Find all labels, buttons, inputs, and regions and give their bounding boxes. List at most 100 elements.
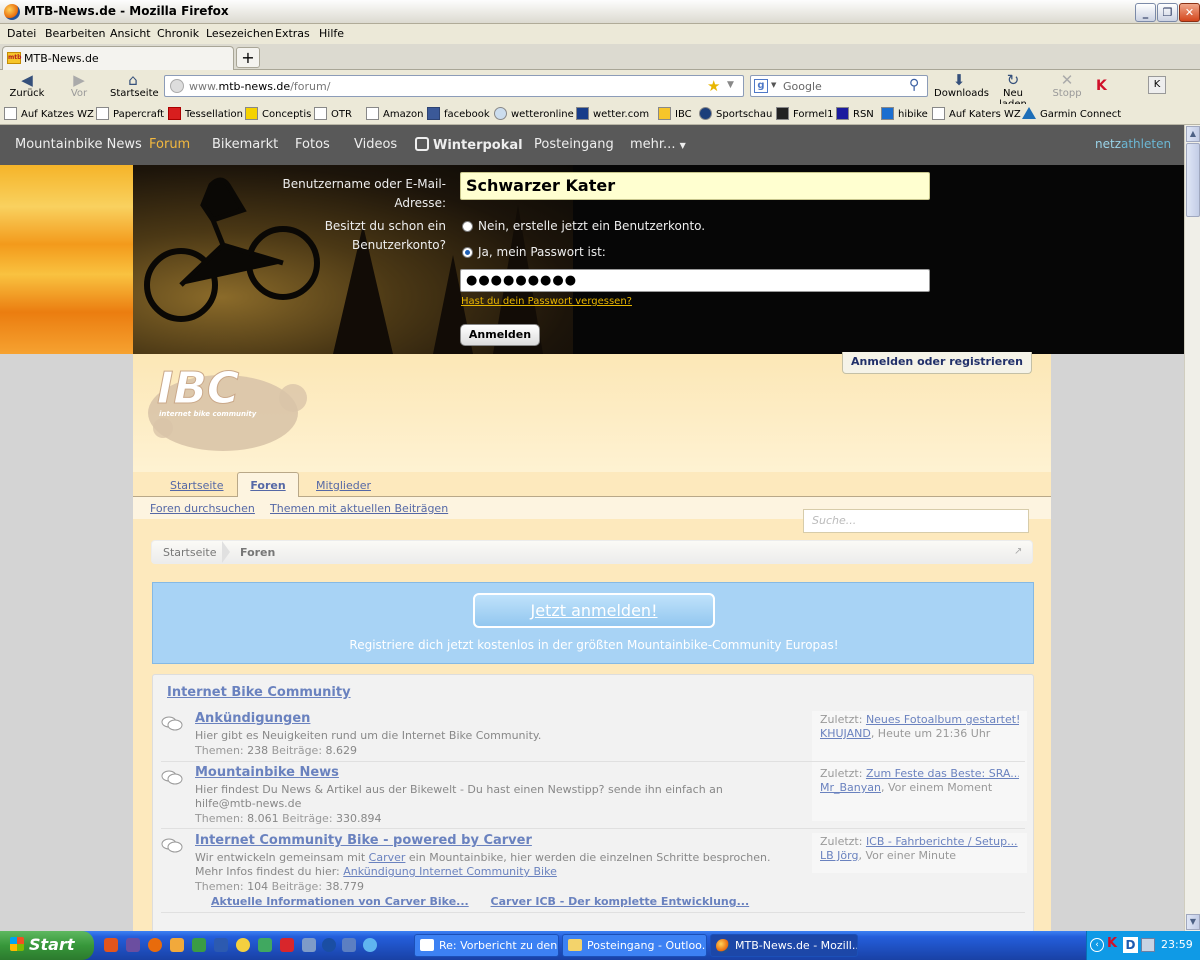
- window-titlebar[interactable]: MTB-News.de - Mozilla Firefox _ ❐ ✕: [0, 0, 1200, 24]
- bookmark-item[interactable]: wetter.com: [576, 107, 649, 120]
- search-engine-dropdown-icon[interactable]: ▼: [771, 81, 776, 89]
- nav-forum[interactable]: Forum: [149, 137, 190, 152]
- forum-node-title[interactable]: Ankündigungen: [195, 711, 310, 726]
- menu-lesezeichen[interactable]: Lesezeichen: [206, 27, 274, 40]
- menu-bearbeiten[interactable]: Bearbeiten: [45, 27, 105, 40]
- breadcrumb-startseite[interactable]: Startseite: [163, 546, 217, 559]
- forum-node-title[interactable]: Mountainbike News: [195, 765, 339, 780]
- quicklaunch-keyboard-icon[interactable]: [342, 938, 356, 952]
- tray-d-icon[interactable]: D: [1123, 937, 1138, 953]
- home-button[interactable]: ⌂ Startseite: [110, 72, 159, 99]
- last-post-title[interactable]: Neues Fotoalbum gestartet!: [866, 713, 1019, 726]
- bookmark-item[interactable]: IBC: [658, 107, 692, 120]
- carver-link[interactable]: Carver: [369, 851, 406, 864]
- menu-ansicht[interactable]: Ansicht: [110, 27, 151, 40]
- url-dropdown-icon[interactable]: ▼: [727, 80, 734, 90]
- subtab-foren-durchsuchen[interactable]: Foren durchsuchen: [150, 502, 255, 515]
- category-title[interactable]: Internet Bike Community: [167, 685, 351, 700]
- page-scrollbar[interactable]: ▲ ▼: [1184, 125, 1200, 931]
- search-bar[interactable]: g ▼ Google ⚲: [750, 75, 928, 97]
- menu-hilfe[interactable]: Hilfe: [319, 27, 344, 40]
- bookmark-item[interactable]: hibike: [881, 107, 928, 120]
- maximize-button[interactable]: ❐: [1157, 3, 1178, 22]
- bookmark-item[interactable]: Sportschau: [699, 107, 772, 120]
- bookmark-item[interactable]: Garmin Connect: [1022, 107, 1121, 120]
- tray-k-icon[interactable]: K: [1107, 936, 1117, 951]
- page-viewport[interactable]: Mountainbike News Forum Bikemarkt Fotos …: [0, 125, 1184, 931]
- register-now-button[interactable]: Jetzt anmelden!: [473, 593, 715, 628]
- quicklaunch-ie-icon[interactable]: [363, 938, 377, 952]
- taskbar-task[interactable]: Posteingang - Outloo...: [562, 934, 707, 957]
- subforum-link[interactable]: Aktuelle Informationen von Carver Bike..…: [211, 895, 469, 908]
- ibc-logo[interactable]: IBC internet bike community: [143, 358, 323, 458]
- scroll-down-button[interactable]: ▼: [1186, 914, 1200, 930]
- breadcrumb-foren[interactable]: Foren: [240, 546, 275, 559]
- radio-no-account[interactable]: [462, 221, 473, 232]
- nav-videos[interactable]: Videos: [354, 137, 397, 152]
- password-input[interactable]: ●●●●●●●●●: [460, 269, 930, 292]
- bookmark-item[interactable]: OTR: [314, 107, 352, 120]
- addon-box-icon[interactable]: K: [1148, 76, 1166, 94]
- scroll-up-button[interactable]: ▲: [1186, 126, 1200, 142]
- bookmark-item[interactable]: Auf Katzes WZ: [4, 107, 94, 120]
- quicklaunch-office-icon[interactable]: [104, 938, 118, 952]
- forgot-password-link[interactable]: Hast du dein Passwort vergessen?: [461, 296, 632, 307]
- tray-network-icon[interactable]: [1141, 938, 1155, 952]
- new-tab-button[interactable]: +: [236, 47, 260, 68]
- quicklaunch-folder-icon[interactable]: [170, 938, 184, 952]
- google-icon[interactable]: g: [754, 79, 768, 93]
- bookmark-item[interactable]: Amazon: [366, 107, 423, 120]
- nav-bikemarkt[interactable]: Bikemarkt: [212, 137, 278, 152]
- last-post-user[interactable]: LB Jörg: [820, 849, 858, 862]
- netzathleten-logo[interactable]: netzathleten: [1095, 137, 1171, 151]
- tray-clock[interactable]: 23:59: [1161, 938, 1193, 951]
- quicklaunch-mail-icon[interactable]: [126, 938, 140, 952]
- menu-extras[interactable]: Extras: [275, 27, 310, 40]
- bookmark-star-icon[interactable]: ★: [707, 77, 720, 95]
- browser-tab[interactable]: mtb MTB-News.de: [2, 46, 234, 70]
- url-bar[interactable]: www.mtb-news.de/forum/ ★ ▼: [164, 75, 744, 97]
- forward-button[interactable]: ▶ Vor: [56, 72, 102, 99]
- addon-k-icon[interactable]: K: [1096, 78, 1107, 94]
- bookmark-item[interactable]: Auf Katers WZ: [932, 107, 1021, 120]
- quicklaunch-firefox-icon[interactable]: [148, 938, 162, 952]
- subtab-aktuelle-themen[interactable]: Themen mit aktuellen Beiträgen: [270, 502, 448, 515]
- icb-announcement-link[interactable]: Ankündigung Internet Community Bike: [343, 865, 557, 878]
- tab-startseite[interactable]: Startseite: [170, 479, 224, 492]
- last-post-user[interactable]: KHUJAND: [820, 727, 871, 740]
- bookmark-item[interactable]: Formel1: [776, 107, 833, 120]
- tray-expand-icon[interactable]: ‹: [1090, 938, 1104, 952]
- menu-chronik[interactable]: Chronik: [157, 27, 199, 40]
- nav-mountainbike-news[interactable]: Mountainbike News: [15, 137, 142, 152]
- quicklaunch-word-icon[interactable]: [214, 938, 228, 952]
- bookmark-item[interactable]: Papercraft: [96, 107, 164, 120]
- back-button[interactable]: ◀ Zurück: [4, 72, 50, 99]
- last-post-title[interactable]: Zum Feste das Beste: SRA...: [866, 767, 1019, 780]
- bookmark-item[interactable]: facebook: [427, 107, 490, 120]
- quicklaunch-star-icon[interactable]: [280, 938, 294, 952]
- quicklaunch-tool-icon[interactable]: [258, 938, 272, 952]
- start-button[interactable]: Start: [0, 931, 94, 960]
- close-button[interactable]: ✕: [1179, 3, 1200, 22]
- search-icon[interactable]: ⚲: [909, 77, 919, 93]
- quicklaunch-tc-icon[interactable]: [322, 938, 336, 952]
- scroll-thumb[interactable]: [1186, 143, 1200, 217]
- minimize-button[interactable]: _: [1135, 3, 1156, 22]
- menu-datei[interactable]: Datei: [7, 27, 36, 40]
- last-post-user[interactable]: Mr_Banyan: [820, 781, 881, 794]
- bookmark-item[interactable]: Conceptis: [245, 107, 311, 120]
- stop-button[interactable]: ✕ Stopp: [1044, 72, 1090, 99]
- bookmark-item[interactable]: wetteronline: [494, 107, 574, 120]
- taskbar-task[interactable]: Re: Vorbericht zu den...: [414, 934, 559, 957]
- forum-node-title[interactable]: Internet Community Bike - powered by Car…: [195, 833, 532, 848]
- nav-posteingang[interactable]: Posteingang: [534, 137, 614, 152]
- subforum-link[interactable]: Carver ICB - Der komplette Entwicklung..…: [491, 895, 750, 908]
- last-post-title[interactable]: ICB - Fahrberichte / Setup...: [866, 835, 1018, 848]
- nav-winterpokal[interactable]: Winterpokal: [415, 137, 523, 153]
- login-register-tab[interactable]: Anmelden oder registrieren: [842, 352, 1032, 374]
- taskbar-task-active[interactable]: MTB-News.de - Mozill...: [710, 934, 858, 957]
- quicklaunch-excel-icon[interactable]: [192, 938, 206, 952]
- quicklaunch-grid-icon[interactable]: [302, 938, 316, 952]
- nav-fotos[interactable]: Fotos: [295, 137, 330, 152]
- tab-mitglieder[interactable]: Mitglieder: [316, 479, 371, 492]
